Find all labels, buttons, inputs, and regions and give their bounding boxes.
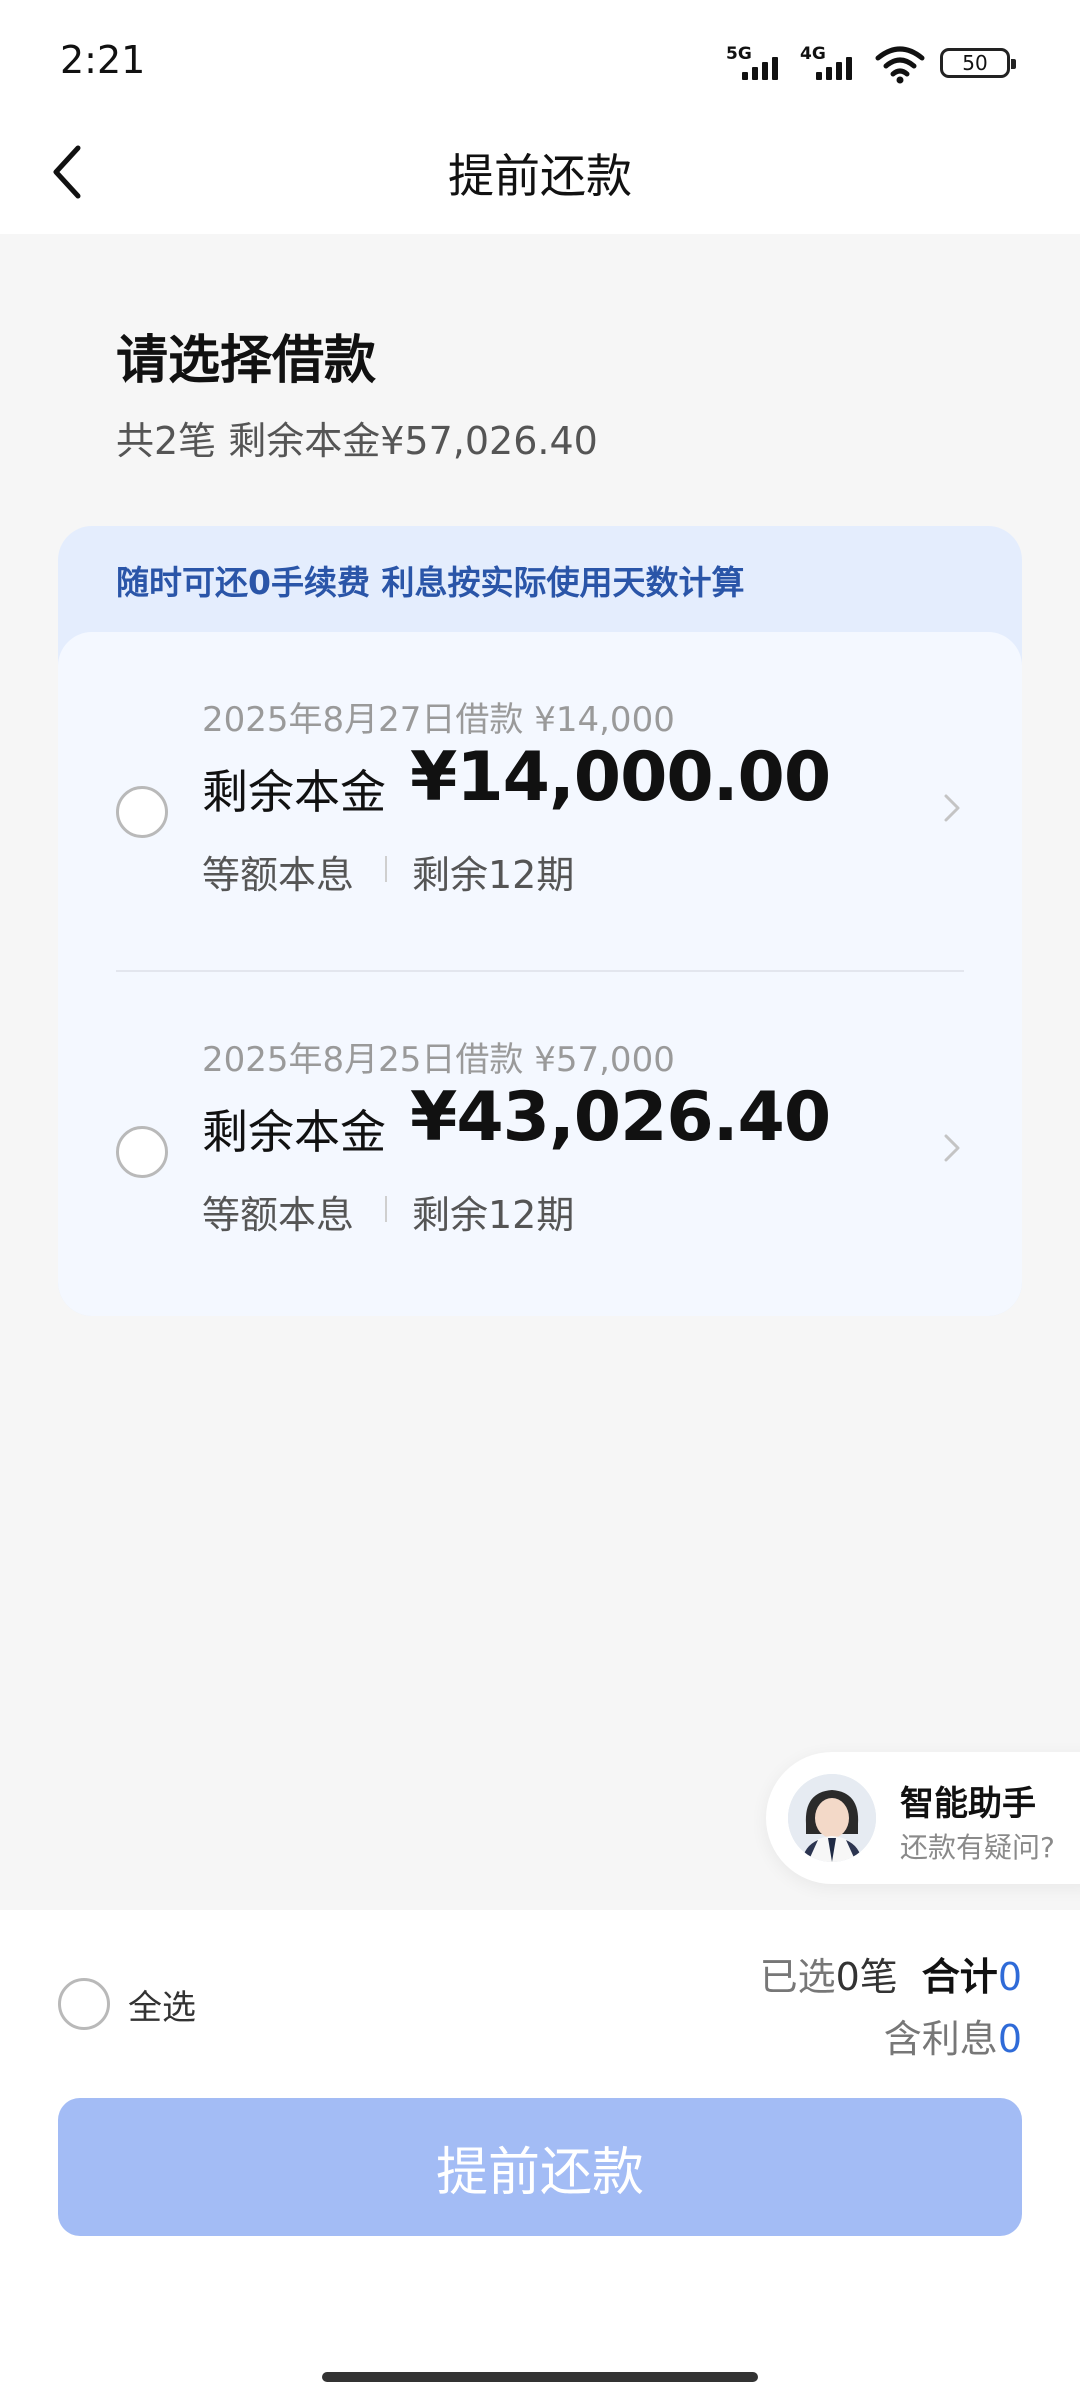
loan-list: 2025年8月27日借款 ¥14,000 剩余本金 ¥14,000.00 等额本… (58, 632, 1022, 1316)
repayment-type: 等额本息 (202, 1193, 355, 1237)
remaining-principal-amount: ¥14,000.00 (410, 738, 831, 817)
total-label: 合计 (921, 1955, 998, 1999)
separator (385, 1196, 387, 1222)
loan-item[interactable]: 2025年8月27日借款 ¥14,000 剩余本金 ¥14,000.00 等额本… (58, 692, 1022, 992)
chevron-right-icon[interactable] (936, 788, 966, 828)
loan-radio[interactable] (116, 1126, 168, 1178)
selected-total-line: 已选0笔 合计0 (760, 1946, 1022, 2008)
battery-level: 50 (962, 51, 988, 75)
section-heading: 请选择借款 (116, 331, 377, 391)
status-bar: 2:21 5G 4G 50 (0, 0, 1080, 110)
home-indicator[interactable] (322, 2372, 758, 2382)
select-all-radio[interactable] (58, 1978, 110, 2030)
select-all-label: 全选 (128, 1987, 196, 2028)
divider (116, 970, 964, 972)
prepay-submit-button[interactable]: 提前还款 (58, 2098, 1022, 2236)
loan-date: 2025年8月25日借款 ¥57,000 (202, 1040, 675, 1080)
interest-label: 含利息 (883, 2017, 998, 2061)
status-time: 2:21 (60, 38, 146, 82)
fee-banner: 随时可还0手续费 利息按实际使用天数计算 (116, 563, 745, 602)
loan-item[interactable]: 2025年8月25日借款 ¥57,000 剩余本金 ¥43,026.40 等额本… (58, 1032, 1022, 1316)
assistant-subtitle: 还款有疑问? (900, 1831, 1055, 1864)
page-title: 提前还款 (448, 149, 632, 203)
assistant-title: 智能助手 (900, 1784, 1036, 1824)
loan-radio[interactable] (116, 786, 168, 838)
bottom-action-bar: 全选 已选0笔 合计0 含利息0 提前还款 (0, 1910, 1080, 2400)
interest-value: 0 (997, 2017, 1022, 2061)
selected-prefix: 已选 (759, 1955, 836, 1999)
status-icons: 5G 4G 50 (726, 40, 1016, 84)
selected-suffix: 笔 (859, 1955, 898, 1999)
separator (385, 856, 387, 882)
remaining-terms: 剩余12期 (412, 1193, 575, 1237)
remaining-principal-amount: ¥43,026.40 (410, 1078, 831, 1157)
repayment-type: 等额本息 (202, 853, 355, 897)
select-all-toggle[interactable]: 全选 (58, 1978, 196, 2030)
signal-5g-icon: 5G (726, 44, 786, 84)
battery-icon: 50 (940, 48, 1016, 78)
total-value: 0 (997, 1955, 1022, 1999)
selected-count: 0 (835, 1955, 860, 1999)
assistant-avatar (788, 1774, 876, 1862)
interest-line: 含利息0 (760, 2008, 1022, 2070)
loan-summary: 共2笔 剩余本金¥57,026.40 (116, 419, 598, 463)
remaining-terms: 剩余12期 (412, 853, 575, 897)
loan-card: 随时可还0手续费 利息按实际使用天数计算 2025年8月27日借款 ¥14,00… (58, 526, 1022, 1316)
remaining-principal-label: 剩余本金 (202, 1105, 386, 1159)
signal-4g-icon: 4G (800, 44, 860, 84)
nav-bar: 提前还款 (0, 110, 1080, 234)
remaining-principal-label: 剩余本金 (202, 765, 386, 819)
totals-summary: 已选0笔 合计0 含利息0 (760, 1946, 1022, 2070)
loan-date: 2025年8月27日借款 ¥14,000 (202, 700, 675, 740)
smart-assistant-button[interactable]: 智能助手 还款有疑问? (766, 1752, 1080, 1884)
assistant-avatar-icon (788, 1774, 876, 1862)
chevron-right-icon[interactable] (936, 1128, 966, 1168)
wifi-icon (875, 46, 925, 84)
